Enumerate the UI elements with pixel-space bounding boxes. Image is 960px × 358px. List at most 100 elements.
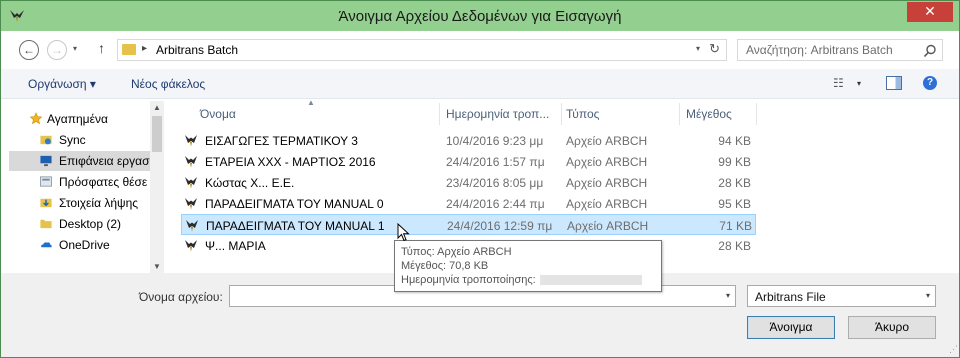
file-type: Αρχείο ARBCH — [566, 176, 648, 190]
chevron-down-icon[interactable]: ▾ — [926, 291, 930, 300]
search-box[interactable]: Αναζήτηση: Arbitrans Batch — [737, 39, 943, 61]
filename-label: Όνομα αρχείου: — [139, 290, 223, 304]
file-type-filter-value[interactable]: Arbitrans File — [755, 290, 826, 304]
file-size: 71 KB — [719, 219, 752, 233]
arbch-file-icon — [185, 156, 197, 168]
file-size: 28 KB — [718, 239, 751, 253]
breadcrumb-current[interactable]: Arbitrans Batch — [156, 43, 238, 57]
tooltip-modified: Ημερομηνία τροποποίησης: — [401, 273, 655, 287]
file-row-selected[interactable]: ΠΑΡΑΔΕΙΓΜΑΤΑ ΤΟΥ MANUAL 1 24/4/2016 12:5… — [181, 214, 756, 235]
arbch-file-icon — [186, 220, 198, 232]
file-name: ΕΤΑΡΕΙΑ ΧΧΧ - ΜΑΡΤΙΟΣ 2016 — [205, 155, 376, 169]
nav-item-sync[interactable]: Sync — [9, 130, 150, 150]
file-type: Αρχείο ARBCH — [566, 134, 648, 148]
mouse-cursor-icon — [397, 223, 410, 242]
up-button[interactable]: ↑ — [98, 40, 105, 56]
address-bar-row: ← → ▾ ↑ ▸ Arbitrans Batch ▾ ↻ Αναζήτηση:… — [1, 31, 959, 69]
nav-label: Επιφάνεια εργασ — [59, 154, 150, 168]
column-divider[interactable] — [756, 103, 757, 125]
nav-label: Στοιχεία λήψης — [59, 196, 139, 210]
scroll-down-icon[interactable]: ▼ — [153, 262, 161, 271]
file-date: 24/4/2016 1:57 πμ — [446, 155, 545, 169]
file-name: Κώστας Χ... Ε.Ε. — [205, 176, 295, 190]
refresh-icon[interactable]: ↻ — [709, 41, 720, 57]
scrollbar-thumb[interactable] — [152, 116, 162, 152]
file-size: 28 KB — [718, 176, 751, 190]
nav-item-recent-places[interactable]: Πρόσφατες θέσε — [9, 172, 150, 192]
address-field[interactable]: ▸ Arbitrans Batch ▾ ↻ — [117, 39, 727, 61]
recent-places-icon — [40, 176, 52, 187]
column-header-size[interactable]: Μέγεθος — [686, 107, 732, 121]
folder-icon — [40, 219, 52, 229]
nav-item-onedrive[interactable]: OneDrive — [9, 235, 150, 255]
arbch-file-icon — [185, 135, 197, 147]
help-icon[interactable]: ? — [923, 76, 937, 90]
nav-label: Desktop (2) — [59, 217, 122, 231]
tooltip-size: Μέγεθος: 70,8 KB — [401, 260, 489, 272]
file-name: ΠΑΡΑΔΕΙΓΜΑΤΑ ΤΟΥ MANUAL 0 — [205, 197, 384, 211]
forward-button[interactable]: → — [47, 40, 67, 60]
file-size: 99 KB — [718, 155, 751, 169]
search-input[interactable]: Αναζήτηση: Arbitrans Batch — [746, 43, 893, 57]
file-type: Αρχείο ARBCH — [567, 219, 649, 233]
file-type: Αρχείο ARBCH — [566, 155, 648, 169]
column-header-type[interactable]: Τύπος — [566, 107, 599, 121]
file-row[interactable]: ΠΑΡΑΔΕΙΓΜΑΤΑ ΤΟΥ MANUAL 0 24/4/2016 2:44… — [181, 193, 756, 214]
column-divider[interactable] — [439, 103, 440, 125]
file-row[interactable]: ΕΙΣΑΓΩΓΕΣ ΤΕΡΜΑΤΙΚΟΥ 3 10/4/2016 9:23 μμ… — [181, 130, 756, 151]
nav-item-desktop[interactable]: Επιφάνεια εργασ — [9, 151, 150, 171]
sync-folder-icon — [40, 135, 52, 145]
address-history-dropdown[interactable]: ▾ — [696, 44, 700, 53]
nav-item-favorites[interactable]: Αγαπημένα — [9, 109, 150, 129]
column-divider[interactable] — [561, 103, 562, 125]
resize-grip-icon[interactable]: ⋰ — [949, 344, 958, 355]
recent-locations-dropdown[interactable]: ▾ — [73, 44, 77, 53]
new-folder-button[interactable]: Νέος φάκελος — [131, 77, 205, 91]
star-icon — [29, 112, 43, 125]
window-title: Άνοιγμα Αρχείου Δεδομένων για Εισαγωγή — [338, 8, 622, 25]
view-options-dropdown[interactable]: ▾ — [857, 79, 861, 88]
open-button[interactable]: Άνοιγμα — [747, 316, 835, 339]
chevron-right-icon[interactable]: ▸ — [142, 43, 147, 54]
onedrive-icon — [41, 242, 52, 248]
tooltip-modified-label: Ημερομηνία τροποποίησης: — [401, 274, 536, 286]
nav-label: OneDrive — [59, 238, 110, 252]
file-size: 94 KB — [718, 134, 751, 148]
search-icon[interactable] — [923, 44, 937, 58]
close-button[interactable]: ✕ — [907, 2, 953, 22]
arbch-file-icon — [185, 240, 197, 252]
scroll-up-icon[interactable]: ▲ — [153, 103, 161, 112]
title-bar: Άνοιγμα Αρχείου Δεδομένων για Εισαγωγή ✕ — [1, 1, 959, 31]
file-name: ΕΙΣΑΓΩΓΕΣ ΤΕΡΜΑΤΙΚΟΥ 3 — [205, 134, 358, 148]
nav-item-desktop-2[interactable]: Desktop (2) — [9, 214, 150, 234]
nav-label: Αγαπημένα — [47, 112, 108, 126]
column-header-name[interactable]: Όνομα — [200, 107, 236, 121]
cancel-button[interactable]: Άκυρο — [848, 316, 936, 339]
nav-label: Sync — [59, 133, 86, 147]
column-divider[interactable] — [679, 103, 680, 125]
arbch-file-icon — [185, 198, 197, 210]
desktop-icon — [40, 155, 52, 167]
navigation-pane: Αγαπημένα Sync Επιφάνεια εργασ Πρόσφατες… — [9, 101, 164, 273]
chevron-down-icon[interactable]: ▾ — [726, 291, 730, 300]
file-info-tooltip: Τύπος: Αρχείο ARBCH Μέγεθος: 70,8 KB Ημε… — [394, 240, 662, 292]
file-date: 10/4/2016 9:23 μμ — [446, 134, 544, 148]
file-type-filter[interactable]: Arbitrans File ▾ — [747, 285, 936, 307]
arbch-file-icon — [185, 177, 197, 189]
file-row[interactable]: ΕΤΑΡΕΙΑ ΧΧΧ - ΜΑΡΤΙΟΣ 2016 24/4/2016 1:5… — [181, 151, 756, 172]
downloads-icon — [40, 198, 52, 208]
file-size: 95 KB — [718, 197, 751, 211]
file-row[interactable]: Κώστας Χ... Ε.Ε. 23/4/2016 8:05 μμ Αρχεί… — [181, 172, 756, 193]
tooltip-type: Τύπος: Αρχείο ARBCH — [401, 246, 512, 258]
view-options-icon[interactable]: ☷ — [833, 76, 844, 90]
nav-item-downloads[interactable]: Στοιχεία λήψης — [9, 193, 150, 213]
column-header-date[interactable]: Ημερομηνία τροπ... — [446, 107, 549, 121]
organize-menu[interactable]: Οργάνωση ▾ — [28, 77, 96, 91]
navigation-scrollbar[interactable]: ▲ ▼ — [150, 101, 164, 273]
redacted-value — [539, 275, 642, 286]
open-file-dialog: Άνοιγμα Αρχείου Δεδομένων για Εισαγωγή ✕… — [0, 0, 960, 358]
preview-pane-icon[interactable] — [886, 76, 902, 90]
sort-ascending-icon: ▲ — [307, 98, 315, 107]
back-button[interactable]: ← — [19, 40, 39, 60]
command-toolbar: Οργάνωση ▾ Νέος φάκελος ☷ ▾ ? — [1, 69, 959, 99]
